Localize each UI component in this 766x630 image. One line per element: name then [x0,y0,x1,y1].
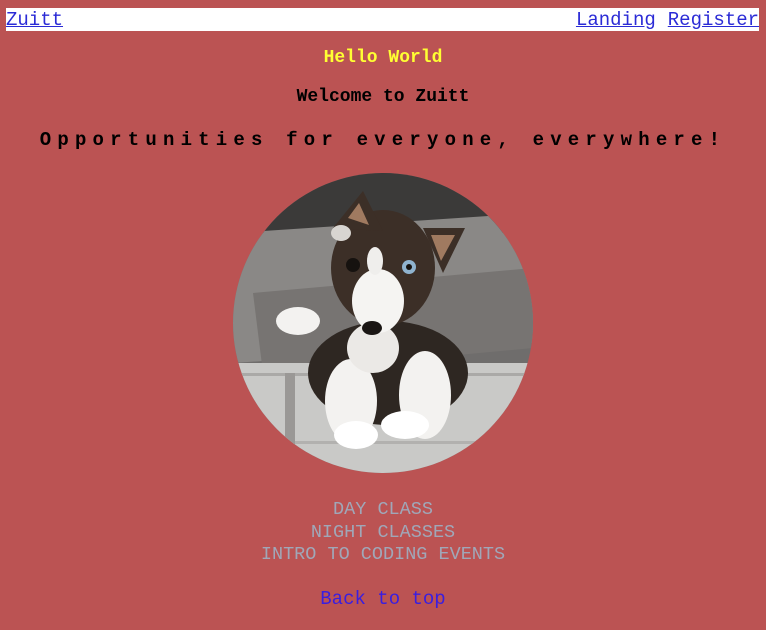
class-item-night: NIGHT CLASSES [310,521,456,543]
class-list: DAY CLASS NIGHT CLASSES INTRO TO CODING … [0,499,766,567]
nav-links: Landing Register [564,9,759,31]
back-to-top-link[interactable]: Back to top [320,588,445,610]
tagline: Opportunities for everyone, everywhere! [39,129,727,151]
navbar: Zuitt Landing Register [6,8,759,31]
footer: Back to top [0,588,766,610]
hello-heading: Hello World [323,48,443,68]
welcome-heading: Welcome to Zuitt [296,87,470,107]
brand-link[interactable]: Zuitt [6,9,63,31]
class-item-day: DAY CLASS [333,499,433,520]
puppy-illustration [233,173,533,473]
nav-link-landing[interactable]: Landing [576,9,656,31]
class-item-intro-coding: INTRO TO CODING EVENTS [260,544,506,565]
puppy-photo [233,173,533,473]
nav-link-register[interactable]: Register [668,9,759,31]
